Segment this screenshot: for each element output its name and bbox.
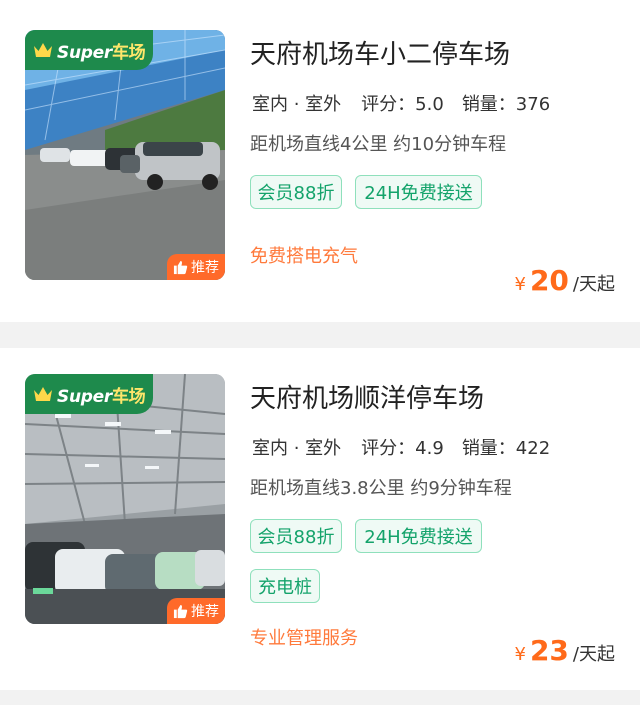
currency-symbol: ¥ (514, 644, 526, 665)
recommend-label: 推荐 (191, 260, 219, 276)
sales-count: 销量：422 (461, 438, 551, 459)
price-unit: /天起 (572, 644, 615, 665)
price: ¥ 23 /天起 (515, 634, 616, 667)
promo-text: 专业管理服务 (250, 628, 358, 649)
location-type: 室内 · 室外 (250, 434, 344, 460)
super-lot-badge: Super车场 (25, 374, 153, 414)
crown-icon (34, 43, 52, 57)
crown-icon (34, 387, 52, 401)
sales-count: 销量：376 (461, 94, 551, 115)
tag-free-shuttle: 24H免费接送 (355, 175, 482, 209)
location-type: 室内 · 室外 (250, 90, 344, 116)
parking-lot-title[interactable]: 天府机场车小二停车场 (250, 34, 510, 71)
tag-charging-station: 充电桩 (250, 569, 320, 603)
tag-member-discount: 会员88折 (250, 175, 342, 209)
recommend-label: 推荐 (191, 604, 219, 620)
thumbs-up-icon (173, 260, 188, 274)
parking-photo[interactable]: Super车场 推荐 (25, 30, 225, 280)
price-amount: 20 (529, 264, 569, 297)
super-badge-cn: 车场 (111, 42, 146, 63)
super-badge-cn: 车场 (111, 386, 146, 407)
tag-member-discount: 会员88折 (250, 519, 342, 553)
rating-line: 室内 · 室外 评分：5.0 销量：376 (250, 90, 550, 116)
price-amount: 23 (529, 634, 569, 667)
rating-score: 评分：4.9 (361, 438, 444, 459)
parking-lot-title[interactable]: 天府机场顺洋停车场 (250, 378, 484, 415)
price-unit: /天起 (572, 274, 615, 295)
super-badge-latin: Super (57, 42, 112, 63)
rating-score: 评分：5.0 (361, 94, 444, 115)
distance-info: 距机场直线4公里 约10分钟车程 (250, 134, 507, 155)
promo-text: 免费搭电充气 (250, 246, 358, 267)
rating-line: 室内 · 室外 评分：4.9 销量：422 (250, 434, 550, 460)
super-badge-latin: Super (57, 386, 112, 407)
distance-info: 距机场直线3.8公里 约9分钟车程 (250, 478, 512, 499)
tag-free-shuttle: 24H免费接送 (355, 519, 482, 553)
parking-listing-card[interactable]: Super车场 推荐 天府机场顺洋停车场 室内 · 室外 评分：4.9 销量：4… (0, 348, 640, 690)
parking-listing-card[interactable]: Super车场 推荐 天府机场车小二停车场 室内 · 室外 评分：5.0 销量：… (0, 0, 640, 322)
super-lot-badge: Super车场 (25, 30, 153, 70)
currency-symbol: ¥ (514, 274, 526, 295)
recommend-badge: 推荐 (167, 598, 225, 624)
recommend-badge: 推荐 (167, 254, 225, 280)
price: ¥ 20 /天起 (515, 264, 616, 297)
thumbs-up-icon (173, 604, 188, 618)
parking-photo[interactable]: Super车场 推荐 (25, 374, 225, 624)
